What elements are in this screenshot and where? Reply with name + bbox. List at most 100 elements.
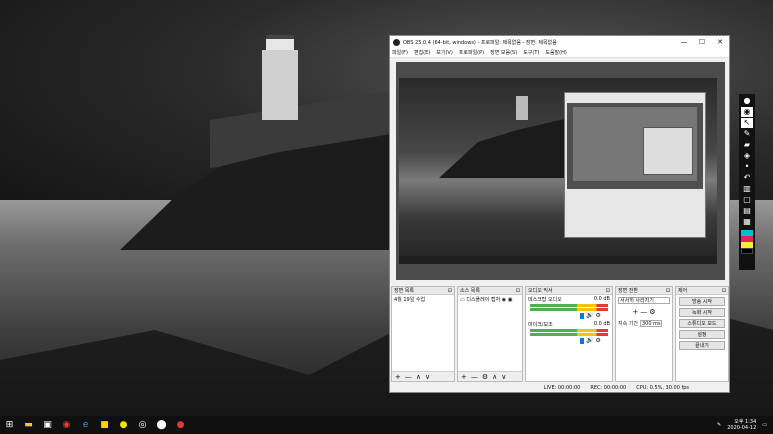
- screenshot-icon[interactable]: ▤: [741, 206, 753, 216]
- gear-icon[interactable]: ⚙: [595, 337, 600, 344]
- pen-toolbar: ● ◉ ↖ ✎ ▰ ◈ • ↶ ▥ ▢ ▤ ▦: [739, 94, 755, 270]
- marker-icon[interactable]: ▰: [741, 140, 753, 150]
- move-down-icon[interactable]: ∨: [501, 373, 506, 381]
- duration-input[interactable]: 300 ms: [640, 320, 662, 327]
- windows-start-icon[interactable]: ⊞: [0, 416, 19, 434]
- notification-icon[interactable]: ▭: [762, 422, 767, 428]
- scene-item[interactable]: 4월 19일 수업: [392, 295, 454, 304]
- clock[interactable]: 오후 1:34 2020-04-12: [727, 419, 756, 431]
- gear-icon[interactable]: ⚙: [595, 312, 600, 319]
- eraser-icon[interactable]: ◈: [741, 151, 753, 161]
- minimize-button[interactable]: —: [675, 36, 693, 48]
- sticky-notes-icon[interactable]: ■: [95, 416, 114, 434]
- menu-view[interactable]: 보기(V): [436, 49, 453, 56]
- close-button[interactable]: ✕: [711, 36, 729, 48]
- obs-icon[interactable]: ◎: [133, 416, 152, 434]
- menu-profile[interactable]: 프로파일(P): [459, 49, 484, 56]
- duration-label: 지속 기간: [618, 321, 638, 327]
- sources-dock-title: 소스 목록: [460, 288, 480, 294]
- menu-help[interactable]: 도움말(H): [545, 49, 566, 56]
- file-explorer-icon[interactable]: ▬: [19, 416, 38, 434]
- maximize-button[interactable]: ☐: [693, 36, 711, 48]
- menu-file[interactable]: 파일(F): [392, 49, 408, 56]
- visibility-eye-icon[interactable]: ◉: [502, 297, 506, 303]
- scenes-dock: 장면 목록 ⊡ 4월 19일 수업 + — ∧ ∨: [391, 286, 455, 382]
- title-bar[interactable]: OBS 25.0.4 (64-bit, windows) - 프로파일: 제목없…: [390, 36, 729, 48]
- move-up-icon[interactable]: ∧: [492, 373, 497, 381]
- dock-pin-icon[interactable]: ⊡: [666, 287, 670, 295]
- kakaotalk-icon[interactable]: ●: [114, 416, 133, 434]
- controls-dock-title: 제어: [678, 288, 688, 294]
- start-streaming-button[interactable]: 방송 시작: [679, 297, 725, 306]
- edge-icon[interactable]: e: [76, 416, 95, 434]
- add-scene-icon[interactable]: +: [395, 373, 401, 381]
- transition-type-select[interactable]: 서서히 사라지기: [618, 297, 670, 304]
- maps-icon[interactable]: ⬤: [152, 416, 171, 434]
- sources-dock: 소스 목록 ⊡ ▭ 디스플레이 캡처 ◉ ▣ + — ⚙ ∧ ∨: [457, 286, 523, 382]
- speaker-icon[interactable]: 🔊: [586, 312, 593, 319]
- pen-tray-icon[interactable]: ✎: [717, 422, 721, 428]
- menu-scene-collection[interactable]: 장면 모음(S): [490, 49, 517, 56]
- audio-mixer-dock: 오디오 믹서 ⊡ 데스크탑 오디오 0.0 dB 🔊 ⚙ 마이크/보조 0.0 …: [525, 286, 613, 382]
- menu-edit[interactable]: 편집(E): [414, 49, 430, 56]
- volume-slider-handle[interactable]: [580, 337, 584, 344]
- source-item-label: 디스플레이 캡처: [466, 297, 501, 303]
- cursor-icon[interactable]: ↖: [741, 118, 753, 128]
- volume-slider-handle[interactable]: [580, 312, 584, 319]
- remove-scene-icon[interactable]: —: [405, 373, 412, 381]
- speaker-icon[interactable]: 🔊: [586, 337, 593, 344]
- pen-icon[interactable]: ✎: [741, 129, 753, 139]
- preview-nested-obs: [564, 92, 706, 238]
- whale-icon[interactable]: ●: [171, 416, 190, 434]
- clipboard-icon[interactable]: ▦: [741, 217, 753, 227]
- exit-button[interactable]: 끝내기: [679, 341, 725, 350]
- obs-window: OBS 25.0.4 (64-bit, windows) - 프로파일: 제목없…: [389, 35, 730, 393]
- system-tray: ✎ 오후 1:34 2020-04-12 ▭: [717, 419, 773, 431]
- sources-dock-footer: + — ⚙ ∧ ∨: [458, 371, 522, 381]
- channel-name: 데스크탑 오디오: [528, 297, 562, 303]
- trash-icon[interactable]: ▥: [741, 184, 753, 194]
- dock-area: 장면 목록 ⊡ 4월 19일 수업 + — ∧ ∨ 소스 목록 ⊡ ▭ 디스플레…: [390, 286, 729, 382]
- move-down-icon[interactable]: ∨: [425, 373, 430, 381]
- move-up-icon[interactable]: ∧: [416, 373, 421, 381]
- source-item[interactable]: ▭ 디스플레이 캡처 ◉ ▣: [458, 295, 522, 304]
- scene-transitions-dock: 장면 전환 ⊡ 서서히 사라지기 + — ⚙ 지속 기간 300 ms: [615, 286, 673, 382]
- chrome-icon[interactable]: ◉: [57, 416, 76, 434]
- source-settings-icon[interactable]: ⚙: [482, 373, 488, 381]
- controls-dock: 제어 ⊡ 방송 시작 녹화 시작 스튜디오 모드 설정 끝내기: [675, 286, 729, 382]
- cpu-status: CPU: 0.5%, 30.00 fps: [636, 385, 689, 391]
- remove-source-icon[interactable]: —: [471, 373, 478, 381]
- transition-settings-icon[interactable]: ⚙: [649, 308, 655, 316]
- scenes-dock-footer: + — ∧ ∨: [392, 371, 454, 381]
- dot-icon[interactable]: •: [741, 162, 753, 172]
- volume-meter: [530, 308, 608, 311]
- controls-dock-header: 제어 ⊡: [676, 287, 728, 295]
- store-icon[interactable]: ▣: [38, 416, 57, 434]
- preview-canvas[interactable]: [396, 62, 725, 280]
- dock-pin-icon[interactable]: ⊡: [606, 287, 610, 295]
- obs-logo-icon: [393, 38, 400, 46]
- dock-pin-icon[interactable]: ⊡: [722, 287, 726, 295]
- settings-button[interactable]: 설정: [679, 330, 725, 339]
- lock-icon[interactable]: ▣: [508, 297, 513, 303]
- clock-date: 2020-04-12: [727, 425, 757, 431]
- dock-pin-icon[interactable]: ⊡: [516, 287, 520, 295]
- whiteboard-icon[interactable]: ▢: [741, 195, 753, 205]
- color-swatch[interactable]: [741, 248, 753, 254]
- pen-logo-icon: ●: [743, 96, 751, 105]
- nested-preview-inner: [573, 107, 697, 181]
- undo-icon[interactable]: ↶: [741, 173, 753, 183]
- channel-db: 0.0 dB: [593, 321, 610, 327]
- volume-meter: [530, 304, 608, 307]
- start-recording-button[interactable]: 녹화 시작: [679, 308, 725, 317]
- eye-icon[interactable]: ◉: [741, 107, 753, 117]
- dock-pin-icon[interactable]: ⊡: [448, 287, 452, 295]
- mixer-dock-title: 오디오 믹서: [528, 288, 553, 294]
- live-status: LIVE: 00:00:00: [543, 385, 581, 391]
- remove-transition-icon[interactable]: —: [640, 308, 647, 316]
- studio-mode-button[interactable]: 스튜디오 모드: [679, 319, 725, 328]
- nested-preview: [567, 103, 703, 189]
- menu-tools[interactable]: 도구(T): [523, 49, 539, 56]
- add-transition-icon[interactable]: +: [632, 308, 638, 316]
- add-source-icon[interactable]: +: [461, 373, 467, 381]
